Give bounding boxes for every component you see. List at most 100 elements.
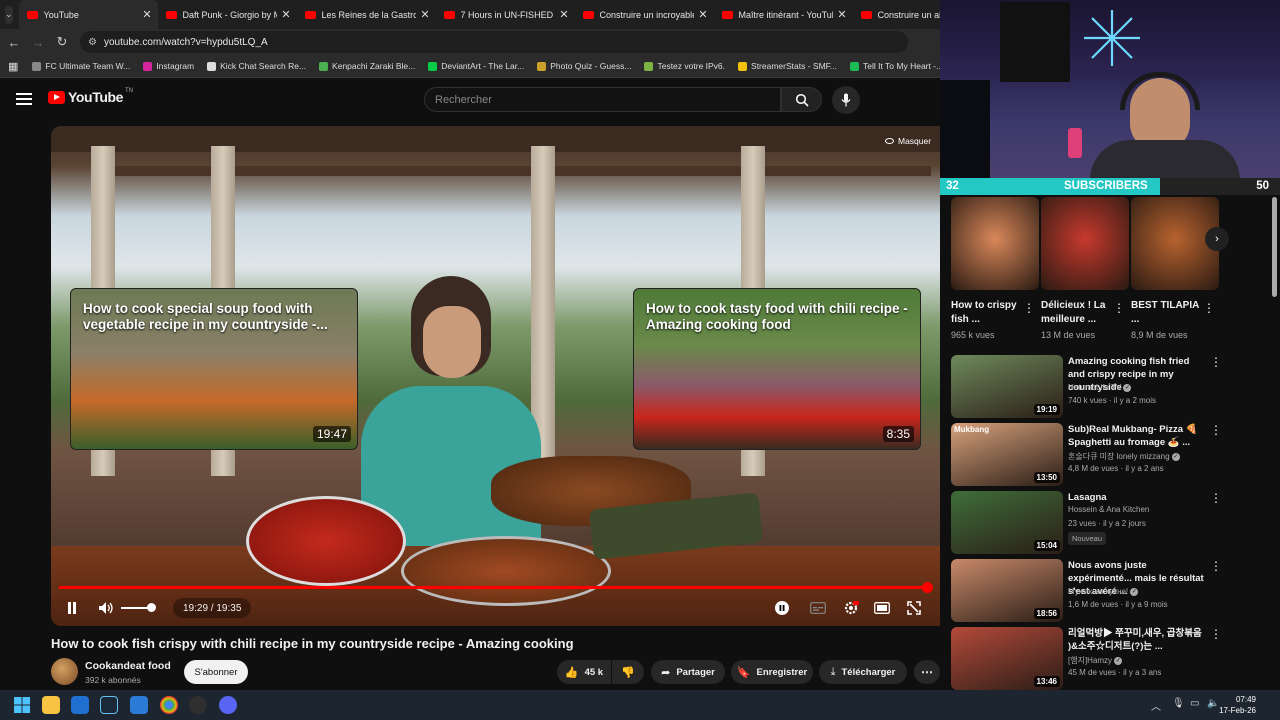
more-vert-icon[interactable]: ⋮ bbox=[1210, 423, 1222, 437]
site-info-icon[interactable]: ⚙ bbox=[88, 37, 97, 48]
hide-endcards-button[interactable]: Masquer bbox=[885, 136, 931, 146]
network-icon[interactable]: ▭ bbox=[1190, 698, 1199, 709]
chrome-icon[interactable] bbox=[160, 696, 178, 714]
close-icon[interactable]: ✕ bbox=[281, 8, 290, 21]
recommendation-thumbnail[interactable]: 15:04 bbox=[951, 491, 1063, 554]
youtube-logo[interactable]: YouTube TN bbox=[48, 88, 133, 105]
browser-tab[interactable]: Construire un incroyable ✕ bbox=[575, 0, 714, 29]
search-button[interactable] bbox=[781, 87, 822, 112]
recommendation-channel[interactable]: 혼술다큐 미장 lonely mizzang ✓ bbox=[1068, 451, 1180, 462]
address-bar[interactable]: ⚙ youtube.com/watch?v=hypdu5tLQ_A bbox=[80, 31, 908, 53]
reload-icon[interactable]: ↻ bbox=[50, 34, 74, 50]
scrollbar[interactable] bbox=[1272, 197, 1277, 297]
close-icon[interactable]: ✕ bbox=[559, 8, 568, 21]
recommendation-item[interactable]: 18:56 Nous avons juste expérimenté... mai… bbox=[951, 559, 1271, 623]
endcard-video-2[interactable]: How to cook tasty food with chili recipe… bbox=[633, 288, 921, 450]
recommendation-item[interactable]: Mukbang 13:50 Sub)Real Mukbang- Pizza 🍕 Sp… bbox=[951, 423, 1271, 487]
subscribe-button[interactable]: S'abonner bbox=[184, 660, 248, 684]
recommendation-channel[interactable]: [햄지]Hamzy ✓ bbox=[1068, 655, 1123, 666]
recommendation-channel[interactable]: Мужик на кухне! ✓ bbox=[1068, 587, 1139, 596]
bookmark-item[interactable]: DeviantArt - The Lar... bbox=[428, 61, 524, 71]
bookmark-item[interactable]: Instagram bbox=[143, 61, 194, 71]
endcard-video-1[interactable]: How to cook special soup food with veget… bbox=[70, 288, 358, 450]
more-vert-icon[interactable]: ⋮ bbox=[1210, 355, 1222, 369]
channel-name[interactable]: Cookandeat food bbox=[85, 660, 171, 672]
download-button[interactable]: ⤓ Télécharger bbox=[819, 660, 907, 684]
voice-search-button[interactable] bbox=[832, 86, 860, 114]
back-icon[interactable]: ← bbox=[2, 35, 26, 50]
browser-tab[interactable]: Maître itinérant - YouTub ✕ bbox=[714, 0, 853, 29]
recommendation-thumbnail[interactable]: 13:46 bbox=[951, 627, 1063, 690]
speaker-icon[interactable]: 🔈 bbox=[1207, 698, 1219, 709]
apps-icon[interactable]: ▦ bbox=[8, 60, 18, 73]
bookmark-item[interactable]: StreamerStats - SMF... bbox=[738, 61, 837, 71]
save-button[interactable]: 🔖 Enregistrer bbox=[731, 660, 813, 684]
close-icon[interactable]: ✕ bbox=[420, 8, 429, 21]
progress-scrubber[interactable] bbox=[921, 582, 933, 593]
shelf-next-button[interactable]: › bbox=[1205, 227, 1229, 251]
shelf-title[interactable]: BEST TILAPIA ... bbox=[1131, 299, 1201, 327]
more-vert-icon[interactable]: ⋮ bbox=[1023, 301, 1035, 315]
browser-tab[interactable]: 7 Hours in UN-FISHED Re✕ bbox=[436, 0, 575, 29]
recommendation-title[interactable]: 리얼먹방▶ 쭈꾸미,새우, 곱창볶음 )&소주☆디저트(?)는 ... bbox=[1068, 627, 1208, 653]
shelf-thumbnail[interactable] bbox=[1041, 197, 1129, 290]
chevron-up-icon[interactable]: ︿ bbox=[1151, 698, 1161, 713]
recommendation-title[interactable]: Sub)Real Mukbang- Pizza 🍕 Spaghetti au f… bbox=[1068, 423, 1208, 449]
shelf-card[interactable]: Délicieux ! La meilleure ... 13 M de vues… bbox=[1041, 197, 1129, 340]
discord-icon[interactable] bbox=[219, 696, 237, 714]
more-vert-icon[interactable]: ⋮ bbox=[1203, 301, 1215, 315]
subtitles-button[interactable] bbox=[807, 597, 829, 619]
theater-mode-button[interactable] bbox=[871, 597, 893, 619]
file-explorer-icon[interactable] bbox=[42, 696, 60, 714]
search-input[interactable]: Rechercher bbox=[424, 87, 781, 112]
outlook-icon[interactable] bbox=[71, 696, 89, 714]
forward-icon[interactable]: → bbox=[26, 35, 50, 50]
shelf-title[interactable]: Délicieux ! La meilleure ... bbox=[1041, 299, 1111, 327]
shelf-title[interactable]: How to crispy fish ... bbox=[951, 299, 1021, 327]
menu-icon[interactable] bbox=[16, 93, 32, 105]
close-icon[interactable]: ✕ bbox=[142, 8, 151, 21]
close-icon[interactable]: ✕ bbox=[837, 8, 846, 21]
bookmark-item[interactable]: Testez votre IPv6. bbox=[644, 61, 725, 71]
recommendation-item[interactable]: 13:46 리얼먹방▶ 쭈꾸미,새우, 곱창볶음 )&소주☆디저트(?)는 ...… bbox=[951, 627, 1271, 691]
recommendation-channel[interactable]: Hossein & Ana Kitchen bbox=[1068, 505, 1149, 514]
mute-button[interactable] bbox=[95, 597, 117, 619]
volume-knob[interactable] bbox=[147, 603, 156, 612]
bookmark-item[interactable]: Photo Quiz - Guess... bbox=[537, 61, 631, 71]
tab-search-dropdown[interactable]: ⌄ bbox=[5, 5, 13, 24]
bookmark-item[interactable]: Kenpachi Zaraki Ble... bbox=[319, 61, 415, 71]
more-vert-icon[interactable]: ⋮ bbox=[1210, 491, 1222, 505]
recommendation-title[interactable]: Lasagna bbox=[1068, 491, 1208, 504]
bookmark-item[interactable]: Tell It To My Heart -... bbox=[850, 61, 940, 71]
autoplay-toggle[interactable] bbox=[773, 597, 791, 619]
fullscreen-button[interactable] bbox=[903, 597, 925, 619]
more-vert-icon[interactable]: ⋮ bbox=[1113, 301, 1125, 315]
recommendation-item[interactable]: 15:04 Lasagna Hossein & Ana Kitchen 23 vues… bbox=[951, 491, 1271, 555]
browser-tab[interactable]: YouTube ✕ bbox=[18, 0, 158, 29]
dislike-button[interactable]: 👎 bbox=[612, 660, 644, 684]
recommendation-item[interactable]: 19:19 Amazing cooking fish fried and cris… bbox=[951, 355, 1271, 419]
bookmark-item[interactable]: Kick Chat Search Re... bbox=[207, 61, 306, 71]
channel-avatar[interactable] bbox=[51, 658, 78, 685]
steam-icon[interactable] bbox=[100, 696, 118, 714]
system-clock[interactable]: 07:49 17-Feb-26 bbox=[1219, 694, 1256, 716]
more-vert-icon[interactable]: ⋮ bbox=[1210, 627, 1222, 641]
app-icon[interactable] bbox=[130, 696, 148, 714]
more-vert-icon[interactable]: ⋮ bbox=[1210, 559, 1222, 573]
more-actions-button[interactable]: ⋯ bbox=[914, 660, 940, 684]
bookmark-item[interactable]: FC Ultimate Team W... bbox=[32, 61, 130, 71]
share-button[interactable]: ➦ Partager bbox=[651, 660, 725, 684]
progress-bar[interactable] bbox=[59, 582, 933, 593]
recommendation-thumbnail[interactable]: Mukbang 13:50 bbox=[951, 423, 1063, 486]
microphone-tray-icon[interactable]: 🎙 bbox=[1172, 698, 1185, 709]
shelf-thumbnail[interactable] bbox=[951, 197, 1039, 290]
video-player[interactable]: Masquer How to cook special soup food wi… bbox=[51, 126, 940, 626]
windows-start-icon[interactable] bbox=[13, 696, 31, 714]
recommendation-channel[interactable]: Natural Life TV ✓ bbox=[1068, 383, 1132, 392]
recommendation-thumbnail[interactable]: 18:56 bbox=[951, 559, 1063, 622]
obs-icon[interactable] bbox=[189, 696, 207, 714]
recommendation-thumbnail[interactable]: 19:19 bbox=[951, 355, 1063, 418]
pause-button[interactable] bbox=[61, 597, 83, 619]
browser-tab[interactable]: Daft Punk - Giorgio by M ✕ bbox=[158, 0, 297, 29]
close-icon[interactable]: ✕ bbox=[698, 8, 707, 21]
